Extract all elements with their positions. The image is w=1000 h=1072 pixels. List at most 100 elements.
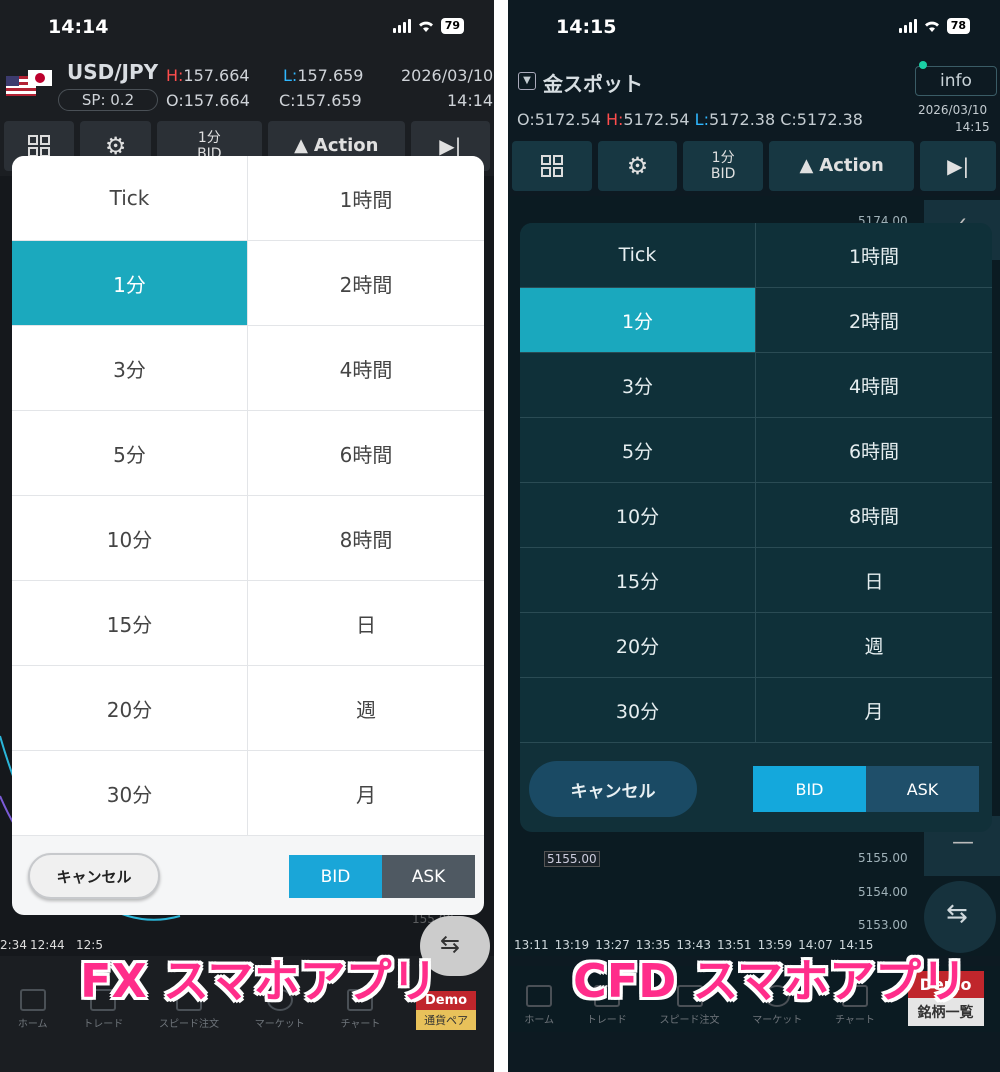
settings-button[interactable]: ⚙ — [597, 141, 678, 191]
nav-label: スピード注文 — [659, 1015, 720, 1026]
timeframe-option[interactable]: 1時間 — [756, 223, 992, 288]
status-time: 14:15 — [556, 16, 617, 38]
ask-option[interactable]: ASK — [382, 855, 475, 898]
dropdown-icon[interactable]: ▼ — [518, 72, 536, 90]
status-icons: 79 — [392, 18, 464, 34]
nav-label: ホーム — [17, 1019, 48, 1030]
x-tick: 13:11 — [514, 938, 549, 952]
nav-home[interactable]: ホーム — [524, 985, 554, 1026]
timeframe-option[interactable]: 15分 — [12, 581, 248, 666]
timeframe-option[interactable]: 日 — [248, 581, 484, 666]
low-label: L: — [283, 66, 298, 85]
nav-label: チャート — [834, 1015, 875, 1026]
status-bar: 14:15 78 — [508, 0, 1000, 54]
interval-button[interactable]: 1分 BID — [683, 141, 763, 191]
timeframe-option[interactable]: 3分 — [520, 353, 756, 418]
timeframe-option[interactable]: 2時間 — [756, 288, 992, 353]
timeframe-option[interactable]: 週 — [756, 613, 992, 678]
bid-option[interactable]: BID — [289, 855, 382, 898]
price-marker: 5155.00 — [544, 851, 600, 867]
timeframe-option[interactable]: 5分 — [12, 411, 248, 496]
quote-date: 2026/03/10 — [401, 66, 494, 85]
cancel-button[interactable]: キャンセル — [28, 853, 160, 899]
currency-pair-button[interactable]: 通貨ペア — [416, 1010, 477, 1030]
timeframe-option[interactable]: 1分 — [520, 288, 756, 353]
cfd-caption: CFD スマホアプリ — [573, 954, 967, 1008]
timeframe-option[interactable]: 8時間 — [248, 496, 484, 581]
timeframe-option[interactable]: 20分 — [520, 613, 756, 678]
rotate-icon: ⇆ — [946, 899, 968, 929]
layout-button[interactable] — [512, 141, 592, 191]
status-bar: 14:14 79 — [0, 0, 494, 54]
timeframe-option[interactable]: 3分 — [12, 326, 248, 411]
ask-option[interactable]: ASK — [866, 766, 979, 812]
close-price: C:157.659 — [279, 91, 362, 110]
signal-icon — [898, 19, 917, 33]
quote-header: USD/JPY SP: 0.2 H:157.664 L:157.659 2026… — [0, 60, 494, 112]
fx-phone-screen: 14:14 79 USD/JPY SP: 0.2 H:157.664 L:157… — [0, 0, 494, 1072]
timeframe-option[interactable]: 月 — [248, 751, 484, 836]
rotate-device-button[interactable]: ⇆ — [924, 881, 996, 953]
close-label: C: — [780, 110, 797, 129]
open-label: O: — [166, 91, 184, 110]
high-value: 5172.54 — [623, 110, 690, 129]
open-price: O:157.664 — [166, 91, 250, 110]
open-value: 5172.54 — [534, 110, 601, 129]
cancel-button[interactable]: キャンセル — [529, 761, 697, 817]
timeframe-option[interactable]: 6時間 — [756, 418, 992, 483]
action-label: Action — [819, 155, 884, 176]
bid-option[interactable]: BID — [753, 766, 866, 812]
status-icons: 78 — [898, 18, 970, 34]
timeframe-option[interactable]: 4時間 — [248, 326, 484, 411]
timeframe-option[interactable]: 15分 — [520, 548, 756, 613]
signal-icon — [392, 19, 411, 33]
nav-home[interactable]: ホーム — [18, 989, 48, 1030]
bid-ask-toggle: BID ASK — [289, 855, 475, 898]
timeframe-option[interactable]: 8時間 — [756, 483, 992, 548]
timeframe-option[interactable]: 10分 — [12, 496, 248, 581]
timeframe-option[interactable]: 10分 — [520, 483, 756, 548]
action-button[interactable]: ▲ Action — [768, 141, 915, 191]
open-value: 157.664 — [183, 91, 250, 110]
timeframe-grid: Tick 1時間 1分 2時間 3分 4時間 5分 6時間 10分 8時間 15分日 20分週 30分月 — [520, 223, 992, 743]
timeframe-option[interactable]: Tick — [520, 223, 756, 288]
close-value: 157.659 — [295, 91, 362, 110]
timeframe-option[interactable]: 週 — [248, 666, 484, 751]
timeframe-option[interactable]: 4時間 — [756, 353, 992, 418]
timeframe-option[interactable]: 30分 — [12, 751, 248, 836]
open-label: O: — [517, 110, 535, 129]
timeframe-option[interactable]: Tick — [12, 156, 248, 241]
x-tick: 12:44 — [30, 938, 65, 952]
timeframe-modal: Tick 1時間 1分 2時間 3分 4時間 5分 6時間 10分 8時間 15分日 20分週 30分月… — [520, 223, 992, 832]
high-label: H: — [166, 66, 184, 85]
timeframe-option[interactable]: 1分 — [12, 241, 248, 326]
ohlc-row: O:5172.54 H:5172.54 L:5172.38 C:5172.38 — [517, 110, 863, 129]
timeframe-option[interactable]: 2時間 — [248, 241, 484, 326]
bid-ask-toggle: BID ASK — [753, 766, 979, 812]
timeframe-option[interactable]: 1時間 — [248, 156, 484, 241]
info-button[interactable]: info — [915, 66, 997, 96]
nav-label: チャート — [340, 1019, 381, 1030]
timeframe-option[interactable]: 5分 — [520, 418, 756, 483]
info-dot — [919, 61, 927, 69]
battery-icon: 78 — [946, 18, 970, 34]
low-label: L: — [694, 110, 709, 129]
timeframe-option[interactable]: 6時間 — [248, 411, 484, 496]
timeframe-option[interactable]: 20分 — [12, 666, 248, 751]
symbol-name[interactable]: 金スポット — [543, 68, 643, 97]
grid-icon — [28, 135, 51, 157]
x-tick: 2:34 — [0, 938, 27, 952]
timeframe-option[interactable]: 30分 — [520, 678, 756, 743]
play-button[interactable]: ▶| — [920, 141, 997, 191]
high-price: H:157.664 — [166, 66, 250, 85]
low-value: 5172.38 — [708, 110, 776, 129]
status-time: 14:14 — [48, 16, 109, 38]
nav-label: トレード — [83, 1019, 124, 1030]
timeframe-option[interactable]: 日 — [756, 548, 992, 613]
fx-caption: FX スマホアプリ — [80, 954, 438, 1008]
action-triangle-icon: ▲ — [294, 135, 308, 156]
high-label: H: — [605, 110, 624, 129]
timeframe-option[interactable]: 月 — [756, 678, 992, 743]
wifi-icon — [418, 21, 433, 32]
pair-name[interactable]: USD/JPY — [67, 60, 158, 84]
